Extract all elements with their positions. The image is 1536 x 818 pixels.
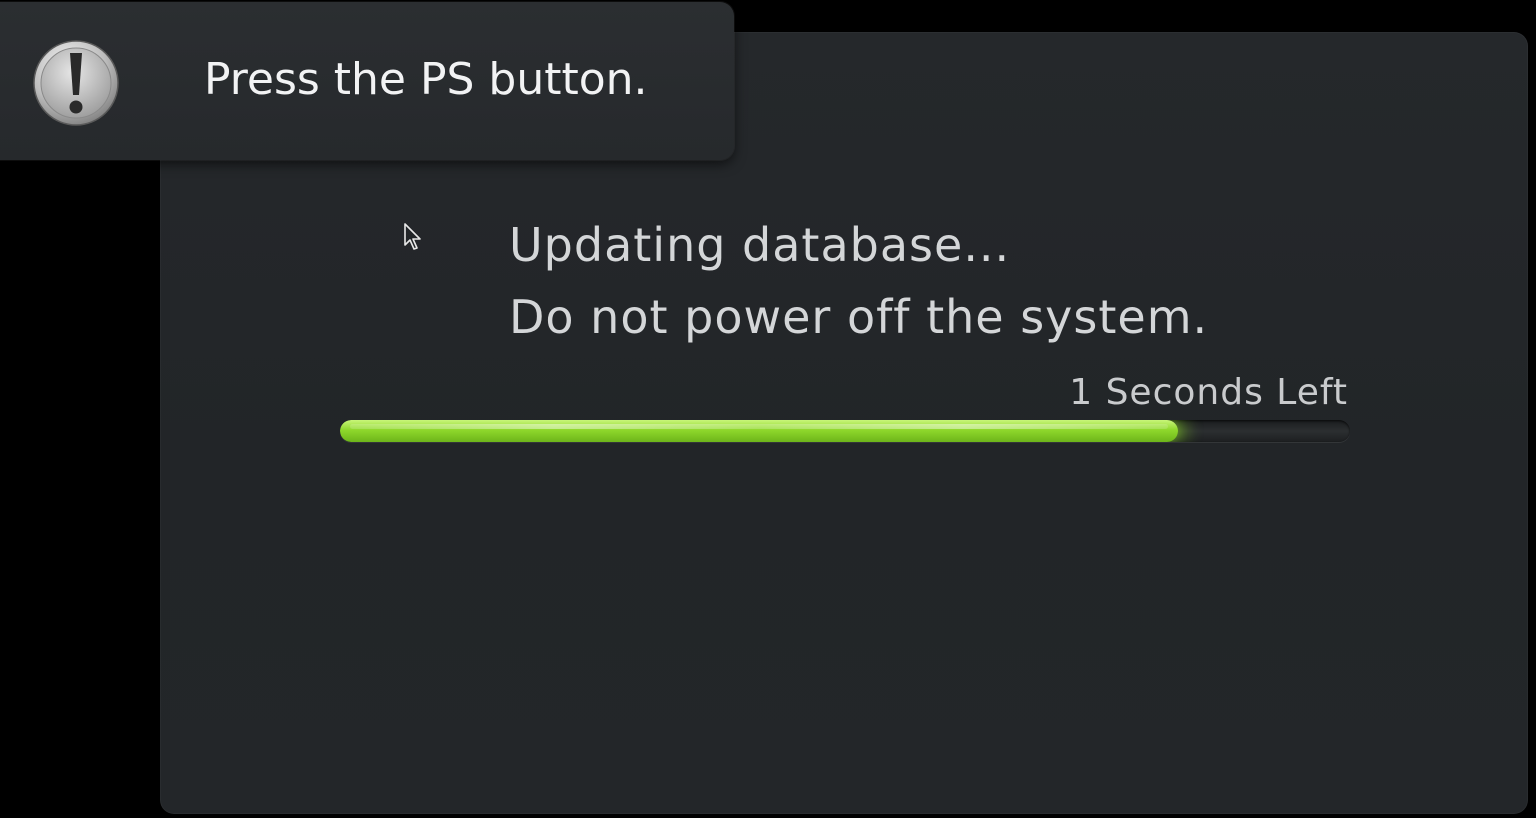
progress-bar-fill (340, 420, 1179, 442)
notification-text: Press the PS button. (204, 54, 648, 105)
updating-database-message: Updating database... (509, 218, 1011, 272)
time-left-label: 1 Seconds Left (1069, 372, 1348, 413)
exclamation-icon (33, 40, 119, 126)
notification-popup: Press the PS button. (0, 2, 734, 160)
power-off-warning: Do not power off the system. (509, 290, 1209, 344)
mouse-cursor-icon (404, 223, 421, 250)
screen: Updating database... Do not power off th… (0, 0, 1536, 818)
progress-bar (340, 420, 1350, 442)
